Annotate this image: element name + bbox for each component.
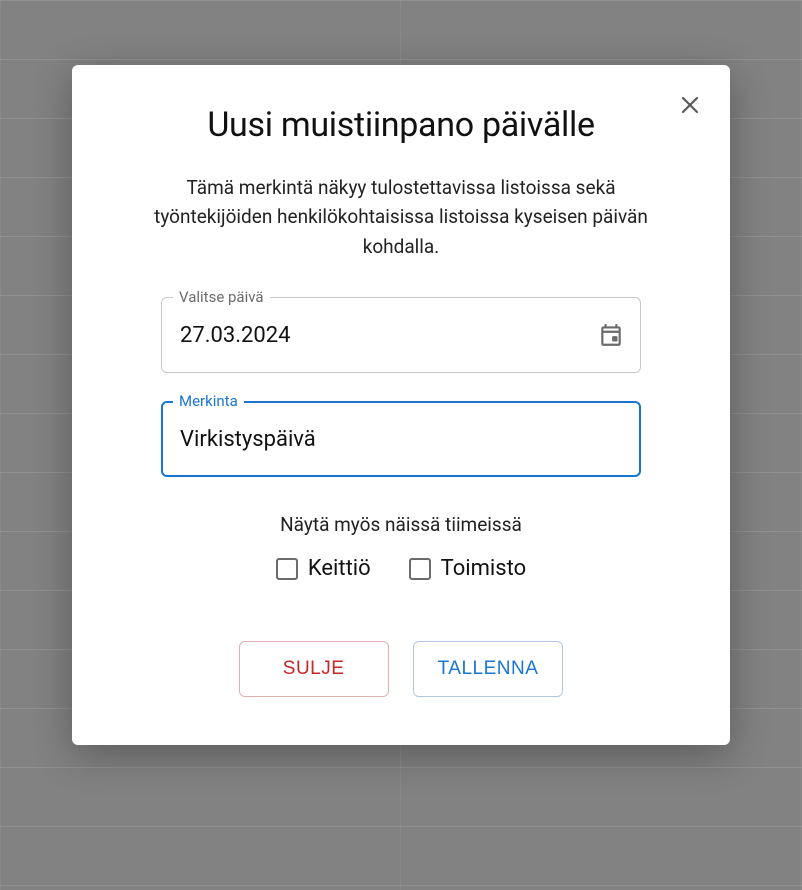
checkbox-label: Toimisto (441, 556, 527, 581)
modal-button-row: SULJE TALLENNA (112, 641, 690, 697)
teams-checkbox-row: Keittiö Toimisto (112, 556, 690, 581)
checkbox-box (409, 558, 431, 580)
date-input[interactable] (161, 297, 641, 373)
close-action-button[interactable]: SULJE (239, 641, 389, 697)
teams-section-label: Näytä myös näissä tiimeissä (112, 513, 690, 536)
team-checkbox-keittio[interactable]: Keittiö (276, 556, 371, 581)
calendar-icon[interactable] (597, 321, 625, 349)
checkbox-label: Keittiö (308, 556, 371, 581)
checkbox-box (276, 558, 298, 580)
modal-title: Uusi muistiinpano päivälle (112, 105, 690, 145)
new-note-modal: Uusi muistiinpano päivälle Tämä merkintä… (72, 65, 730, 745)
save-button[interactable]: TALLENNA (413, 641, 564, 697)
date-field-label: Valitse päivä (173, 288, 270, 306)
note-field-wrap: Merkinta (161, 401, 641, 477)
close-button[interactable] (672, 87, 708, 123)
team-checkbox-toimisto[interactable]: Toimisto (409, 556, 527, 581)
modal-description: Tämä merkintä näkyy tulostettavissa list… (131, 173, 671, 261)
close-icon (678, 93, 702, 117)
note-input[interactable] (161, 401, 641, 477)
note-field-label: Merkinta (173, 392, 244, 410)
date-field-wrap: Valitse päivä (161, 297, 641, 373)
